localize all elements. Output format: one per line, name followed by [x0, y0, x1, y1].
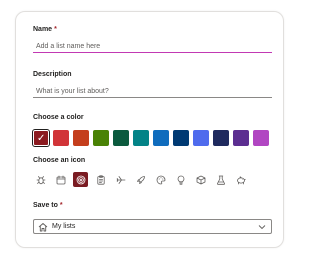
calendar-icon[interactable] — [53, 172, 68, 187]
beaker-icon[interactable] — [213, 172, 228, 187]
color-swatch-1[interactable]: ✓ — [32, 129, 50, 147]
bug-icon[interactable] — [33, 172, 48, 187]
color-swatch-3[interactable] — [73, 130, 89, 146]
save-to-label: Save to * — [33, 202, 63, 209]
color-swatch-12[interactable] — [253, 130, 269, 146]
piggy-bank-icon[interactable] — [233, 172, 248, 187]
required-mark: * — [54, 26, 57, 33]
description-input[interactable]: What is your list about? — [33, 86, 272, 98]
palette-icon[interactable] — [153, 172, 168, 187]
name-label: Name * — [33, 26, 57, 33]
required-mark: * — [59, 202, 63, 209]
color-swatch-11[interactable] — [233, 130, 249, 146]
save-to-dropdown[interactable]: My lists — [33, 219, 272, 234]
checkmark-icon: ✓ — [37, 133, 46, 144]
target-icon[interactable] — [73, 172, 88, 187]
lightbulb-icon[interactable] — [173, 172, 188, 187]
airplane-icon[interactable] — [113, 172, 128, 187]
cube-icon[interactable] — [193, 172, 208, 187]
name-input[interactable]: Add a list name here — [33, 41, 272, 53]
clipboard-icon[interactable] — [93, 172, 108, 187]
color-swatch-row: ✓ — [32, 129, 269, 147]
color-swatch-10[interactable] — [213, 130, 229, 146]
chevron-down-icon — [258, 223, 266, 231]
rocket-icon[interactable] — [133, 172, 148, 187]
save-to-value: My lists — [52, 223, 76, 230]
icon-label: Choose an icon — [33, 157, 86, 164]
color-swatch-6[interactable] — [133, 130, 149, 146]
color-swatch-8[interactable] — [173, 130, 189, 146]
color-swatch-2[interactable] — [53, 130, 69, 146]
color-swatch-7[interactable] — [153, 130, 169, 146]
color-swatch-4[interactable] — [93, 130, 109, 146]
color-swatch-9[interactable] — [193, 130, 209, 146]
icon-picker-row — [33, 172, 248, 187]
home-icon — [38, 222, 48, 232]
description-label: Description — [33, 71, 72, 78]
color-label: Choose a color — [33, 114, 84, 121]
color-swatch-5[interactable] — [113, 130, 129, 146]
